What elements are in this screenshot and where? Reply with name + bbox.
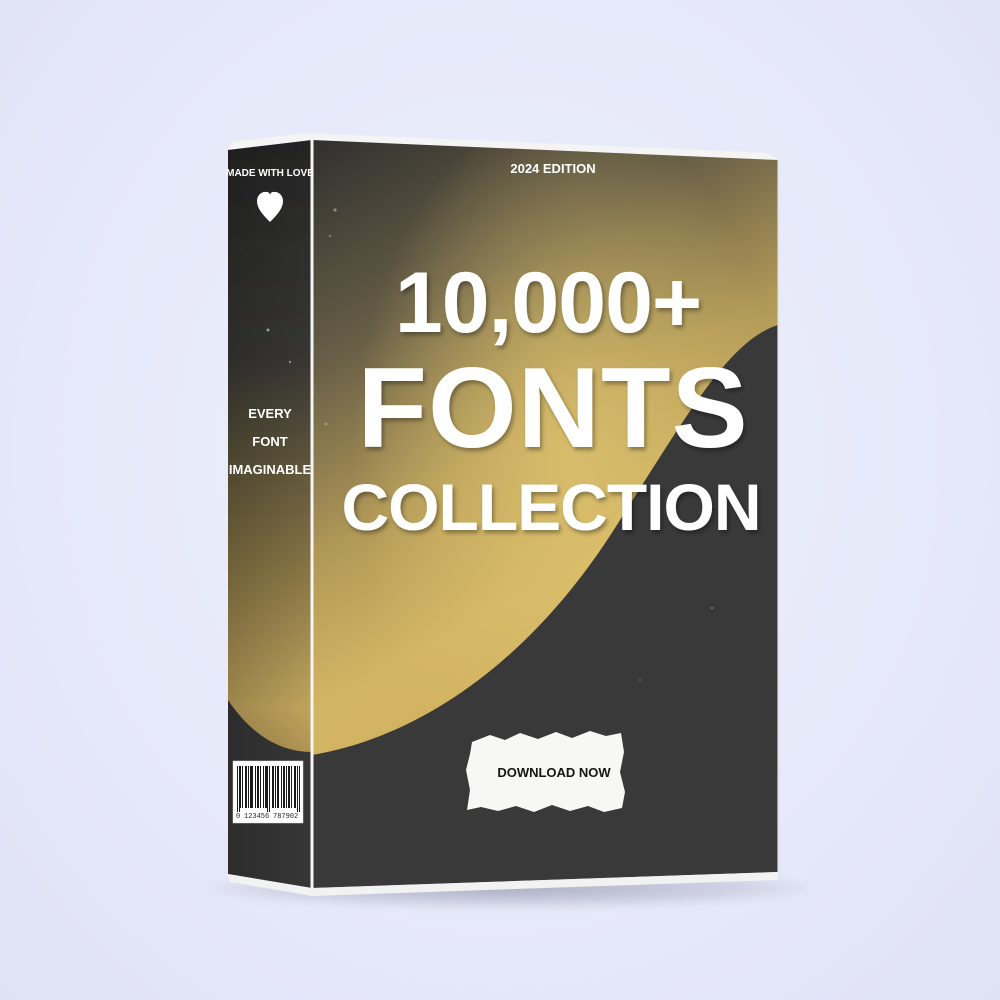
barcode-bar <box>269 766 270 812</box>
barcode-bar <box>240 766 241 808</box>
barcode-bar <box>237 766 238 812</box>
barcode-bar <box>283 766 284 808</box>
barcode-bar <box>257 766 258 808</box>
download-now-label: DOWNLOAD NOW <box>497 765 611 780</box>
barcode-bar <box>286 766 287 808</box>
barcode-bar <box>242 766 243 808</box>
barcode-bar <box>277 766 278 808</box>
barcode-bar <box>278 766 279 808</box>
barcode-bar <box>255 766 256 808</box>
barcode-bar <box>248 766 249 808</box>
barcode-bar <box>275 766 276 808</box>
barcode-bar <box>295 766 296 808</box>
download-now-button[interactable]: DOWNLOAD NOW <box>466 731 625 812</box>
barcode-left-digit: 0 <box>236 813 240 821</box>
barcode-bar <box>266 766 267 808</box>
side-tagline: MADE WITH LOVE <box>226 168 314 179</box>
barcode-bar <box>245 766 246 808</box>
barcode-bar <box>297 766 298 812</box>
barcode-bar <box>239 766 240 812</box>
barcode-bar <box>289 766 290 808</box>
barcode-bar <box>246 766 247 808</box>
product-mockup-scene: 2024 EDITION 10,000+ FONTS COLLECTION DO… <box>0 0 1000 1000</box>
barcode-bar <box>291 766 292 808</box>
barcode-bar <box>284 766 285 808</box>
barcode-bar <box>252 766 253 808</box>
product-box: 2024 EDITION 10,000+ FONTS COLLECTION DO… <box>226 133 779 896</box>
barcode-bar <box>251 766 252 808</box>
side-line-imaginable: IMAGINABLE <box>229 462 312 477</box>
headline-fonts: FONTS <box>357 345 748 472</box>
side-line-font: FONT <box>252 434 287 449</box>
barcode-bar <box>260 766 261 808</box>
edition-label: 2024 EDITION <box>510 161 595 176</box>
barcode: 0 123456 787902 <box>232 760 304 824</box>
barcode-bar <box>250 766 251 808</box>
side-line-every: EVERY <box>248 406 292 421</box>
barcode-bar <box>288 766 289 808</box>
barcode-digits-left: 123456 <box>244 813 269 821</box>
barcode-digits-right: 787902 <box>273 813 298 821</box>
barcode-bar <box>273 766 274 808</box>
barcode-bar <box>299 766 300 812</box>
headline-collection: COLLECTION <box>342 470 761 544</box>
headline-count: 10,000+ <box>395 255 701 351</box>
barcode-bar <box>294 766 295 808</box>
barcode-bar <box>265 766 266 808</box>
barcode-bar <box>258 766 259 808</box>
barcode-bar <box>267 766 268 812</box>
barcode-bar <box>263 766 264 808</box>
barcode-bar <box>281 766 282 808</box>
barcode-bar <box>272 766 273 808</box>
